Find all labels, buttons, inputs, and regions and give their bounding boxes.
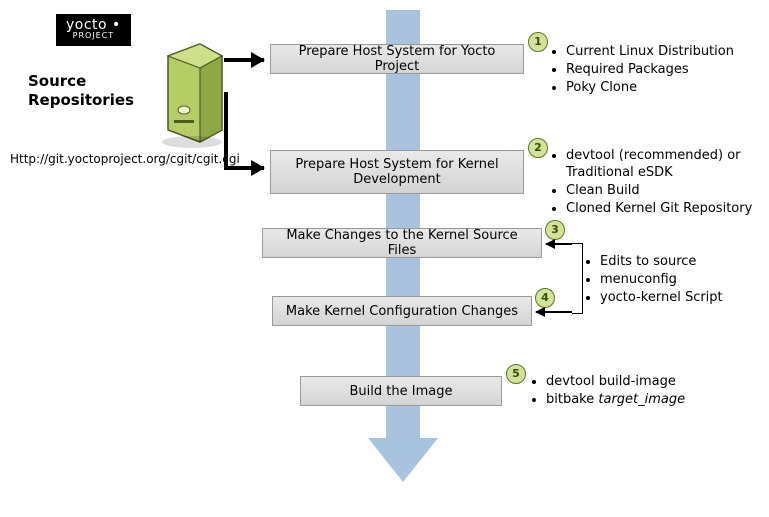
s5-note-b: bitbake target_image	[546, 392, 748, 409]
s1-note-0: Current Linux Distribution	[566, 44, 748, 61]
s34-note-1: menuconfig	[600, 272, 752, 289]
logo-subtext: PROJECT	[66, 32, 121, 40]
s2-note-0: devtool (recommended) or Traditional eSD…	[566, 148, 758, 182]
s34-note-0: Edits to source	[600, 254, 752, 271]
s5-note-b-ital: target_image	[598, 392, 685, 407]
step-box-3: Make Changes to the Kernel Source Files	[262, 228, 542, 258]
source-repositories-title: Source Repositories	[28, 72, 134, 110]
step2-notes: devtool (recommended) or Traditional eSD…	[548, 148, 758, 219]
step-box-4: Make Kernel Configuration Changes	[272, 296, 532, 326]
step5-label: Build the Image	[350, 384, 453, 399]
server-icon	[150, 38, 230, 148]
s1-note-2: Poky Clone	[566, 80, 748, 97]
s2-note-1: Clean Build	[566, 183, 758, 200]
step-box-1: Prepare Host System for Yocto Project	[270, 44, 524, 74]
steps34-notes: Edits to source menuconfig yocto-kernel …	[582, 254, 752, 308]
step1-badge: 1	[528, 32, 548, 52]
step1-notes: Current Linux Distribution Required Pack…	[548, 44, 748, 98]
source-title-l1: Source	[28, 72, 86, 90]
step1-label: Prepare Host System for Yocto Project	[281, 44, 513, 74]
step-box-2: Prepare Host System for Kernel Developme…	[270, 150, 524, 194]
s1-note-1: Required Packages	[566, 62, 748, 79]
arrow-to-step4	[536, 311, 572, 313]
yocto-logo: yocto • PROJECT	[56, 14, 131, 46]
step3-badge: 3	[545, 220, 565, 240]
s5-note-a: devtool build-image	[546, 374, 748, 391]
s5-note-b-pre: bitbake	[546, 392, 598, 407]
step2-label: Prepare Host System for Kernel Developme…	[281, 157, 513, 187]
arrow-server-to-step1	[224, 58, 264, 62]
s34-note-2: yocto-kernel Script	[600, 290, 752, 307]
step5-notes: devtool build-image bitbake target_image	[528, 374, 748, 410]
s2-note-2: Cloned Kernel Git Repository	[566, 201, 758, 218]
source-url: Http://git.yoctoproject.org/cgit/cgit.cg…	[10, 152, 240, 166]
arrow-server-to-step2-vert	[224, 92, 228, 170]
arrow-server-to-step2	[224, 166, 264, 170]
arrow-to-step3	[546, 243, 572, 245]
source-title-l2: Repositories	[28, 91, 134, 109]
step5-badge: 5	[506, 364, 526, 384]
step-box-5: Build the Image	[300, 376, 502, 406]
step2-badge: 2	[528, 138, 548, 158]
step4-label: Make Kernel Configuration Changes	[286, 304, 518, 319]
step4-badge: 4	[535, 288, 555, 308]
step3-label: Make Changes to the Kernel Source Files	[273, 228, 531, 258]
